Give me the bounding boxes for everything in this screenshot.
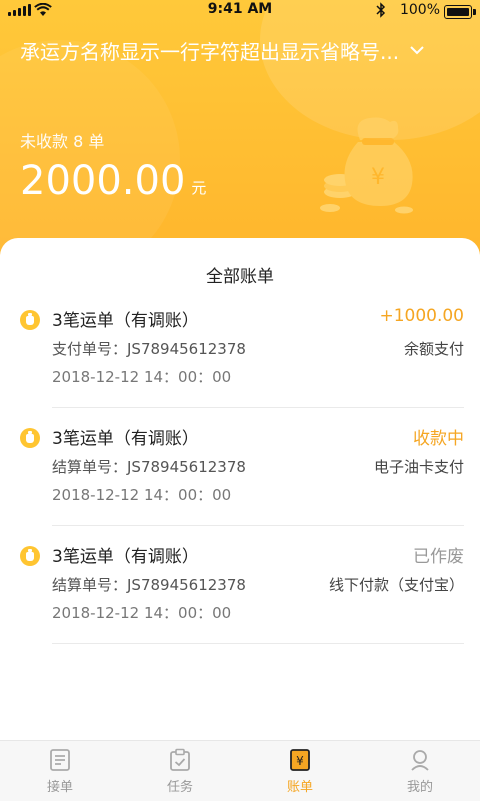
- bluetooth-icon: [376, 2, 386, 18]
- battery-icon: [444, 5, 476, 19]
- record-number: 结算单号：JS78945612378: [52, 458, 246, 476]
- tab-label: 接单: [46, 779, 73, 795]
- tab-label: 账单: [286, 779, 313, 795]
- status-bar: 9:41 AM 100%: [0, 0, 480, 22]
- record-datetime: 2018-12-12 14：00：00: [52, 368, 232, 386]
- bill-yen-icon: ¥: [290, 748, 310, 771]
- section-title: 全部账单: [206, 267, 274, 287]
- tab-label: 任务: [166, 779, 193, 795]
- record-datetime: 2018-12-12 14：00：00: [52, 604, 232, 622]
- tab-label: 我的: [406, 779, 433, 795]
- amount-unit: 元: [191, 179, 207, 197]
- record-title: 3笔运单（有调账）: [52, 547, 199, 567]
- clipboard-check-icon: [170, 748, 190, 771]
- record-title: 3笔运单（有调账）: [52, 311, 199, 331]
- record-pay-method: 电子油卡支付: [373, 458, 464, 476]
- record-datetime: 2018-12-12 14：00：00: [52, 486, 232, 504]
- tab-orders[interactable]: 接单: [0, 741, 120, 801]
- battery-percent: 100%: [399, 2, 440, 18]
- record-status: +1000.00: [379, 306, 464, 326]
- header: 9:41 AM 100% 承运方名称显示一行字符超出显示省略号... 未收款 8…: [0, 0, 480, 270]
- money-bag-icon: [20, 428, 40, 448]
- unpaid-count: 未收款 8 单: [20, 132, 105, 151]
- bill-record[interactable]: 3笔运单（有调账） 已作废 结算单号：JS78945612378 线下付款（支付…: [20, 536, 464, 644]
- money-bag-icon: [20, 310, 40, 330]
- bill-record[interactable]: 3笔运单（有调账） 收款中 结算单号：JS78945612378 电子油卡支付 …: [20, 418, 464, 526]
- divider: [52, 407, 464, 408]
- divider: [52, 643, 464, 644]
- tab-tasks[interactable]: 任务: [120, 741, 240, 801]
- record-status: 收款中: [413, 429, 464, 449]
- bill-record[interactable]: 3笔运单（有调账） +1000.00 支付单号：JS78945612378 余额…: [20, 300, 464, 408]
- divider: [52, 525, 464, 526]
- chevron-down-icon: [410, 46, 424, 55]
- svg-text:¥: ¥: [371, 165, 385, 190]
- money-bag-icon: ¥: [320, 117, 413, 214]
- record-number: 支付单号：JS78945612378: [52, 340, 246, 358]
- carrier-name: 承运方名称显示一行字符超出显示省略号...: [20, 39, 400, 64]
- tab-profile[interactable]: 我的: [360, 741, 480, 801]
- bottom-tab-bar: 接单 任务 ¥ 账单 我的: [0, 740, 480, 801]
- header-decoration: [0, 40, 180, 270]
- bill-list-panel: 全部账单 3笔运单（有调账） +1000.00 支付单号：JS789456123…: [0, 238, 480, 740]
- record-pay-method: 线下付款（支付宝）: [328, 576, 464, 594]
- record-pay-method: 余额支付: [403, 340, 464, 358]
- list-icon: [50, 748, 70, 771]
- money-bag-icon: [20, 546, 40, 566]
- user-icon: [411, 749, 429, 771]
- carrier-selector[interactable]: 承运方名称显示一行字符超出显示省略号...: [20, 36, 470, 64]
- record-status: 已作废: [413, 547, 464, 567]
- tab-bills[interactable]: ¥ 账单: [240, 741, 360, 801]
- amount-value: 2000.00: [20, 158, 186, 204]
- unpaid-amount: 2000.00 元: [20, 158, 206, 204]
- svg-text:¥: ¥: [296, 754, 304, 768]
- record-title: 3笔运单（有调账）: [52, 429, 199, 449]
- record-number: 结算单号：JS78945612378: [52, 576, 246, 594]
